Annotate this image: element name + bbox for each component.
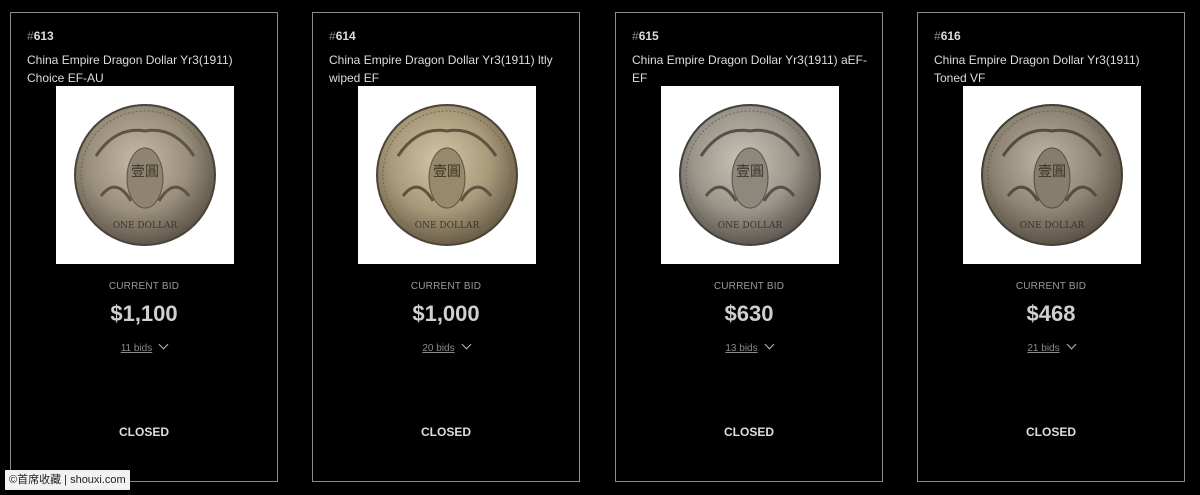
lot-status: CLOSED xyxy=(118,425,169,439)
coin-center-text: 壹圓 xyxy=(433,164,461,180)
coin-bottom-text: ONE DOLLAR xyxy=(718,221,783,231)
bids-dropdown[interactable]: 13 bids xyxy=(616,339,882,354)
lot-status: CLOSED xyxy=(420,425,471,439)
current-bid-label: CURRENT BID xyxy=(108,281,180,292)
coin-bottom-text: ONE DOLLAR xyxy=(113,221,178,231)
bids-count-link[interactable]: 11 bids xyxy=(121,343,153,354)
lot-card[interactable]: #613 China Empire Dragon Dollar Yr3(1911… xyxy=(10,12,278,482)
lot-number: #615 xyxy=(632,29,659,43)
current-bid-amount: $468 xyxy=(1026,301,1076,326)
lot-number: #616 xyxy=(934,29,961,43)
lot-title[interactable]: China Empire Dragon Dollar Yr3(1911) Ton… xyxy=(934,51,1174,87)
coin-image[interactable]: 壹圓 ONE DOLLAR xyxy=(56,86,234,264)
chevron-down-icon[interactable] xyxy=(461,339,472,350)
current-bid-amount: $1,100 xyxy=(110,301,178,326)
lot-card[interactable]: #614 China Empire Dragon Dollar Yr3(1911… xyxy=(312,12,580,482)
current-bid-label: CURRENT BID xyxy=(713,281,785,292)
coin-bottom-text: ONE DOLLAR xyxy=(1020,221,1085,231)
bids-count-link[interactable]: 20 bids xyxy=(422,343,454,354)
lot-status: CLOSED xyxy=(1025,425,1076,439)
bids-count-link[interactable]: 13 bids xyxy=(725,343,757,354)
lot-card[interactable]: #616 China Empire Dragon Dollar Yr3(1911… xyxy=(917,12,1185,482)
lot-number: #614 xyxy=(329,29,356,43)
watermark: ©首席收藏 | shouxi.com xyxy=(5,470,130,490)
current-bid-amount: $1,000 xyxy=(412,301,480,326)
chevron-down-icon[interactable] xyxy=(764,339,775,350)
coin-image[interactable]: 壹圓 ONE DOLLAR xyxy=(661,86,839,264)
bids-count-link[interactable]: 21 bids xyxy=(1027,343,1059,354)
current-bid-label: CURRENT BID xyxy=(1015,281,1087,292)
coin-center-text: 壹圓 xyxy=(736,164,764,180)
lot-title[interactable]: China Empire Dragon Dollar Yr3(1911) aEF… xyxy=(632,51,872,87)
lot-status: CLOSED xyxy=(723,425,774,439)
bids-dropdown[interactable]: 20 bids xyxy=(313,339,579,354)
coin-center-text: 壹圓 xyxy=(131,164,159,180)
chevron-down-icon[interactable] xyxy=(1066,339,1077,350)
lot-title[interactable]: China Empire Dragon Dollar Yr3(1911) Cho… xyxy=(27,51,267,87)
chevron-down-icon[interactable] xyxy=(158,339,169,350)
coin-bottom-text: ONE DOLLAR xyxy=(415,221,480,231)
coin-image[interactable]: 壹圓 ONE DOLLAR xyxy=(358,86,536,264)
coin-image[interactable]: 壹圓 ONE DOLLAR xyxy=(963,86,1141,264)
current-bid-amount: $630 xyxy=(724,301,774,326)
lot-title[interactable]: China Empire Dragon Dollar Yr3(1911) ltl… xyxy=(329,51,569,87)
current-bid-label: CURRENT BID xyxy=(410,281,482,292)
bids-dropdown[interactable]: 11 bids xyxy=(11,339,277,354)
lot-card[interactable]: #615 China Empire Dragon Dollar Yr3(1911… xyxy=(615,12,883,482)
lot-number: #613 xyxy=(27,29,54,43)
coin-center-text: 壹圓 xyxy=(1038,164,1066,180)
lot-grid: #613 China Empire Dragon Dollar Yr3(1911… xyxy=(0,0,1200,495)
bids-dropdown[interactable]: 21 bids xyxy=(918,339,1184,354)
